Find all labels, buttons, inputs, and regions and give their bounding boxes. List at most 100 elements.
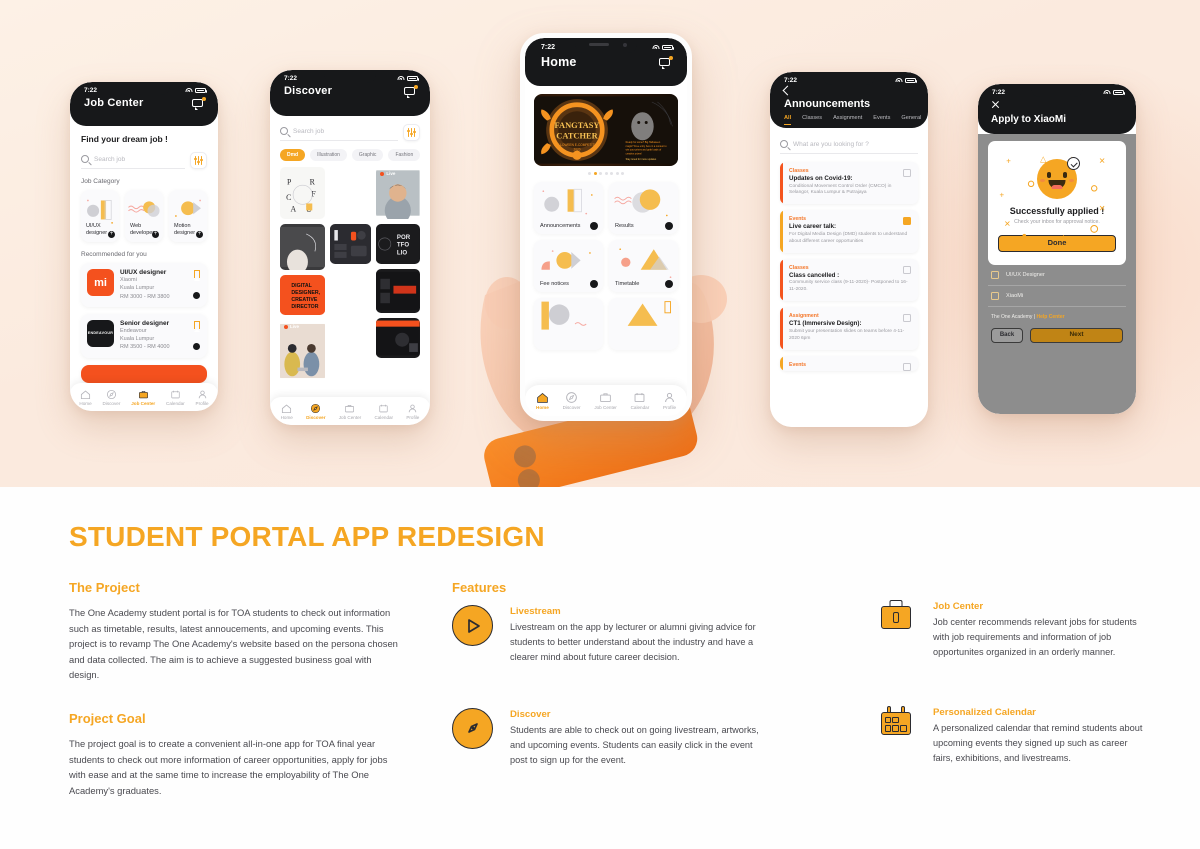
grid-add-icon[interactable]: [665, 222, 673, 230]
tab-label: Calendar: [374, 414, 394, 420]
grid-art-partial-left: [541, 301, 587, 330]
close-icon[interactable]: [991, 100, 1000, 109]
tab-home[interactable]: Home: [536, 391, 549, 410]
svg-text:R: R: [310, 177, 316, 186]
artwork-art-digital-designer: DIGITAL DESIGNER, CREATIVE DIRECTOR: [280, 277, 326, 313]
job-add-icon[interactable]: [193, 291, 200, 299]
calendar-added-icon[interactable]: [903, 217, 911, 226]
category-card-motion[interactable]: Motion designer +: [169, 190, 207, 242]
job-card[interactable]: ENDEAVOUR Senior designer Endeavour Kual…: [81, 313, 207, 358]
grid-card-partial-right[interactable]: [609, 298, 678, 350]
tab-profile[interactable]: Profile: [406, 403, 419, 420]
back-button[interactable]: Back: [991, 328, 1023, 343]
tab-home[interactable]: Home: [281, 403, 293, 420]
calendar-add-icon[interactable]: [903, 265, 911, 274]
chip-dmd[interactable]: Dmd: [280, 149, 306, 161]
grid-add-icon[interactable]: [665, 280, 673, 288]
briefcase-icon: [345, 404, 355, 412]
live-label: Live: [290, 324, 300, 329]
tab-discover[interactable]: Discover: [306, 403, 326, 420]
tab-job-center[interactable]: Job Center: [131, 389, 155, 406]
carousel-dots[interactable]: [534, 172, 678, 175]
announcement-card[interactable]: Assignment CT1 (Immersive Design): Submi…: [780, 307, 918, 350]
announcement-card[interactable]: Classes Class cancelled : Community serv…: [780, 258, 918, 302]
help-prefix: The One Academy |: [991, 314, 1037, 320]
announcement-card[interactable]: Classes Updates on Covid-19: Conditional…: [780, 162, 918, 205]
search-input[interactable]: What are you looking for ?: [780, 137, 918, 154]
job-card[interactable]: mi UI/UX designer Xiaomi Kuala Lumpur RM…: [81, 263, 207, 307]
job-category-row: UI/UX designer + Web developer + Motion …: [81, 190, 207, 242]
artwork-tile[interactable]: [376, 318, 420, 358]
filter-button[interactable]: [403, 124, 420, 141]
svg-text:+: +: [1000, 190, 1005, 199]
tab-calendar[interactable]: Calendar: [631, 391, 649, 410]
artwork-tile[interactable]: [280, 224, 326, 270]
check-badge-icon: [1067, 157, 1080, 170]
category-card-web[interactable]: Web developer +: [125, 190, 163, 242]
tab-home[interactable]: Home: [79, 389, 92, 406]
grid-card-timetable[interactable]: Timetable: [609, 240, 678, 292]
job-card-partial[interactable]: [81, 364, 207, 383]
grid-add-icon[interactable]: [590, 222, 598, 230]
job-category-label: Job Category: [81, 178, 120, 185]
svg-text:△: △: [1060, 233, 1067, 242]
tab-job-center[interactable]: Job Center: [339, 403, 361, 420]
grid-add-icon[interactable]: [590, 280, 598, 288]
calendar-add-icon[interactable]: [903, 314, 911, 323]
tab-job-center[interactable]: Job Center: [594, 391, 617, 410]
next-button[interactable]: Next: [1030, 328, 1123, 343]
tab-classes[interactable]: Classes: [802, 115, 822, 125]
feature-personalized-calendar: Personalized Calendar A personalized cal…: [875, 705, 1143, 766]
grid-card-fee-notices[interactable]: Fee notices: [534, 240, 603, 292]
grid-card-announcements[interactable]: Announcements: [534, 182, 603, 234]
announcement-category: Events: [789, 216, 807, 223]
announcement-card-partial[interactable]: Events: [780, 355, 918, 371]
back-arrow-icon[interactable]: [782, 85, 793, 96]
artwork-tile[interactable]: DIGITAL DESIGNER, CREATIVE DIRECTOR: [280, 275, 326, 315]
search-input[interactable]: Search job: [81, 152, 185, 169]
bookmark-icon[interactable]: [193, 320, 200, 332]
help-center-link[interactable]: Help Center: [1037, 314, 1065, 320]
briefcase-icon: [600, 393, 611, 403]
tab-calendar[interactable]: Calendar: [374, 403, 393, 420]
home-banner[interactable]: FANGTASY CATCHER HALLOWEEN E-COMPETITION…: [534, 94, 678, 166]
tab-events[interactable]: Events: [873, 115, 890, 125]
livestream-tile[interactable]: Live: [376, 167, 420, 219]
calendar-add-icon[interactable]: [903, 362, 911, 371]
svg-text:win your prizes and grab loads: win your prizes and grab loads of: [626, 149, 662, 152]
category-add-icon[interactable]: +: [196, 231, 203, 238]
home-icon: [282, 404, 292, 413]
artwork-tile[interactable]: POR TFO LIO: [376, 224, 420, 264]
artwork-tile[interactable]: [330, 224, 372, 264]
tab-discover[interactable]: Discover: [103, 389, 120, 406]
bookmark-icon[interactable]: [193, 270, 200, 281]
job-add-icon[interactable]: [193, 342, 200, 350]
category-card-uiux[interactable]: UI/UX designer +: [81, 190, 119, 242]
artwork-tile[interactable]: P R C F A U: [280, 167, 326, 219]
filter-button[interactable]: [190, 152, 207, 169]
livestream-tile[interactable]: Live: [280, 320, 326, 382]
tab-profile[interactable]: Profile: [196, 389, 209, 406]
tab-all[interactable]: All: [784, 115, 792, 125]
tab-general[interactable]: General: [901, 115, 921, 125]
grid-card-results[interactable]: Results: [609, 182, 678, 234]
chip-fashion[interactable]: Fashion: [388, 149, 421, 161]
tab-label: Job Center: [594, 405, 617, 410]
tab-calendar[interactable]: Calendar: [166, 389, 185, 406]
grid-card-partial-left[interactable]: [534, 298, 603, 350]
announcement-card[interactable]: Events Live career talk: For Digital Med…: [780, 210, 918, 253]
announcement-category: Events: [789, 361, 807, 368]
tab-profile[interactable]: Profile: [663, 391, 676, 410]
chat-icon[interactable]: [192, 96, 206, 109]
category-add-icon[interactable]: +: [108, 231, 115, 238]
content-section: STUDENT PORTAL APP REDESIGN The Project …: [0, 487, 1200, 849]
chat-icon[interactable]: [404, 84, 418, 97]
category-add-icon[interactable]: +: [152, 231, 159, 238]
tab-assignment[interactable]: Assignment: [833, 115, 862, 125]
artwork-tile[interactable]: [376, 269, 420, 313]
smiley-face-icon: [1037, 157, 1080, 199]
tab-label: Calendar: [166, 400, 185, 406]
tab-discover[interactable]: Discover: [563, 391, 581, 410]
calendar-add-icon[interactable]: [903, 169, 911, 177]
chat-icon[interactable]: [659, 55, 673, 68]
